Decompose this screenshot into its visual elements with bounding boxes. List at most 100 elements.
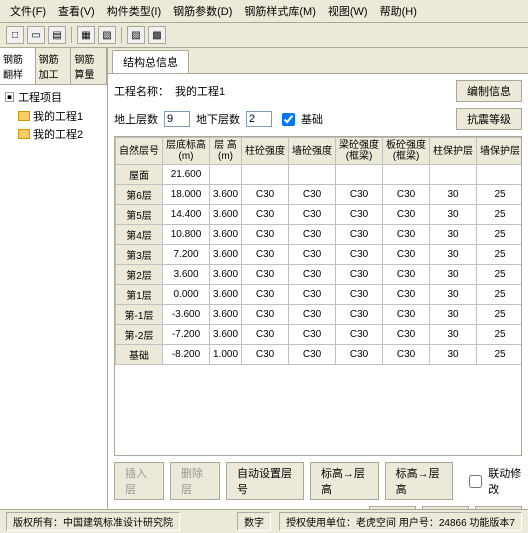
table-cell[interactable]: 第6层: [116, 185, 163, 205]
table-cell[interactable]: C30: [242, 345, 289, 365]
below-floors-input[interactable]: [246, 111, 272, 127]
table-row[interactable]: 基础-8.2001.000C30C30C30C3030252515: [116, 345, 523, 365]
table-row[interactable]: 第2层3.6003.600C30C30C30C3030252515: [116, 265, 523, 285]
table-row[interactable]: 屋面21.600: [116, 165, 523, 185]
table-cell[interactable]: 25: [477, 185, 522, 205]
delete-floor-button[interactable]: 删除层: [170, 462, 220, 500]
table-cell[interactable]: [210, 165, 242, 185]
table-row[interactable]: 第4层10.8003.600C30C30C30C3030252515: [116, 225, 523, 245]
table-cell[interactable]: C30: [336, 325, 383, 345]
table-cell[interactable]: -7.200: [163, 325, 210, 345]
insert-floor-button[interactable]: 插入层: [114, 462, 164, 500]
table-cell[interactable]: [242, 165, 289, 185]
copy-info-button[interactable]: 编制信息: [456, 80, 522, 102]
table-row[interactable]: 第-2层-7.2003.600C30C30C30C3030252515: [116, 325, 523, 345]
table-cell[interactable]: C30: [383, 325, 430, 345]
tool-save[interactable]: ▤: [48, 26, 66, 44]
column-header[interactable]: 板砼强度(框梁): [383, 138, 430, 165]
table-cell[interactable]: C30: [289, 305, 336, 325]
table-cell[interactable]: 30: [430, 265, 477, 285]
left-tab[interactable]: 钢筋翻样: [0, 48, 36, 84]
left-tab[interactable]: 钢筋算量: [71, 48, 107, 84]
table-cell[interactable]: 25: [477, 205, 522, 225]
table-cell[interactable]: C30: [289, 185, 336, 205]
table-cell[interactable]: C30: [383, 245, 430, 265]
auto-floor-button[interactable]: 自动设置层号: [226, 462, 304, 500]
table-cell[interactable]: C30: [383, 185, 430, 205]
table-cell[interactable]: 25: [477, 345, 522, 365]
table-cell[interactable]: [289, 165, 336, 185]
menu-item[interactable]: 钢筋参数(D): [169, 2, 236, 20]
column-header[interactable]: 层底标高(m): [163, 138, 210, 165]
table-cell[interactable]: 30: [430, 345, 477, 365]
table-cell[interactable]: [336, 165, 383, 185]
table-cell[interactable]: C30: [336, 265, 383, 285]
column-header[interactable]: 层 高(m): [210, 138, 242, 165]
table-cell[interactable]: 屋面: [116, 165, 163, 185]
table-cell[interactable]: 第1层: [116, 285, 163, 305]
column-header[interactable]: 柱砼强度: [242, 138, 289, 165]
menu-item[interactable]: 文件(F): [6, 2, 50, 20]
column-header[interactable]: 梁砼强度(框梁): [336, 138, 383, 165]
tool-d[interactable]: ▩: [148, 26, 166, 44]
table-cell[interactable]: C30: [383, 305, 430, 325]
table-cell[interactable]: C30: [336, 245, 383, 265]
menu-item[interactable]: 帮助(H): [376, 2, 421, 20]
column-header[interactable]: 墙砼强度: [289, 138, 336, 165]
seismic-button[interactable]: 抗震等级: [456, 108, 522, 130]
column-header[interactable]: 自然层号: [116, 138, 163, 165]
table-cell[interactable]: 30: [430, 305, 477, 325]
table-cell[interactable]: C30: [242, 305, 289, 325]
table-cell[interactable]: C30: [336, 285, 383, 305]
table-cell[interactable]: 25: [477, 265, 522, 285]
table-cell[interactable]: 18.000: [163, 185, 210, 205]
table-cell[interactable]: 1.000: [210, 345, 242, 365]
table-cell[interactable]: 25: [477, 325, 522, 345]
menu-item[interactable]: 构件类型(I): [103, 2, 165, 20]
bottom-to-height-button[interactable]: 标高→层高: [385, 462, 454, 500]
table-cell[interactable]: 3.600: [210, 245, 242, 265]
table-row[interactable]: 第5层14.4003.600C30C30C30C3030252515: [116, 205, 523, 225]
table-cell[interactable]: 30: [430, 285, 477, 305]
table-cell[interactable]: C30: [289, 265, 336, 285]
tool-b[interactable]: ▧: [98, 26, 116, 44]
floor-grid[interactable]: 自然层号层底标高(m)层 高(m)柱砼强度墙砼强度梁砼强度(框梁)板砼强度(框梁…: [114, 136, 522, 456]
table-cell[interactable]: -3.600: [163, 305, 210, 325]
table-cell[interactable]: C30: [383, 225, 430, 245]
column-header[interactable]: 柱保护层: [430, 138, 477, 165]
table-cell[interactable]: C30: [289, 285, 336, 305]
table-cell[interactable]: C30: [336, 345, 383, 365]
table-cell[interactable]: 25: [477, 245, 522, 265]
left-tab[interactable]: 钢筋加工: [36, 48, 72, 84]
table-cell[interactable]: 30: [430, 185, 477, 205]
table-cell[interactable]: 30: [430, 225, 477, 245]
table-cell[interactable]: 基础: [116, 345, 163, 365]
table-cell[interactable]: C30: [289, 325, 336, 345]
table-cell[interactable]: 25: [477, 225, 522, 245]
tab-structure-info[interactable]: 结构总信息: [112, 50, 189, 73]
table-cell[interactable]: 第2层: [116, 265, 163, 285]
table-cell[interactable]: 3.600: [210, 305, 242, 325]
table-cell[interactable]: 第4层: [116, 225, 163, 245]
table-cell[interactable]: C30: [336, 185, 383, 205]
menu-item[interactable]: 钢筋样式库(M): [240, 2, 320, 20]
table-row[interactable]: 第-1层-3.6003.600C30C30C30C3030252515: [116, 305, 523, 325]
height-to-bottom-button[interactable]: 标高→层高: [310, 462, 379, 500]
table-cell[interactable]: 3.600: [210, 185, 242, 205]
table-cell[interactable]: 3.600: [210, 205, 242, 225]
menu-item[interactable]: 查看(V): [54, 2, 99, 20]
table-cell[interactable]: 30: [430, 205, 477, 225]
tree-root[interactable]: ▣ 工程项目: [4, 89, 103, 105]
table-cell[interactable]: C30: [242, 265, 289, 285]
foundation-checkbox[interactable]: [282, 113, 295, 126]
table-cell[interactable]: C30: [336, 205, 383, 225]
tool-open[interactable]: ▭: [27, 26, 45, 44]
table-cell[interactable]: 3.600: [210, 285, 242, 305]
table-cell[interactable]: C30: [383, 265, 430, 285]
table-cell[interactable]: 第5层: [116, 205, 163, 225]
table-cell[interactable]: 3.600: [163, 265, 210, 285]
table-cell[interactable]: [477, 165, 522, 185]
tree-item[interactable]: 我的工程1: [4, 107, 103, 125]
table-cell[interactable]: C30: [242, 325, 289, 345]
table-cell[interactable]: C30: [289, 225, 336, 245]
